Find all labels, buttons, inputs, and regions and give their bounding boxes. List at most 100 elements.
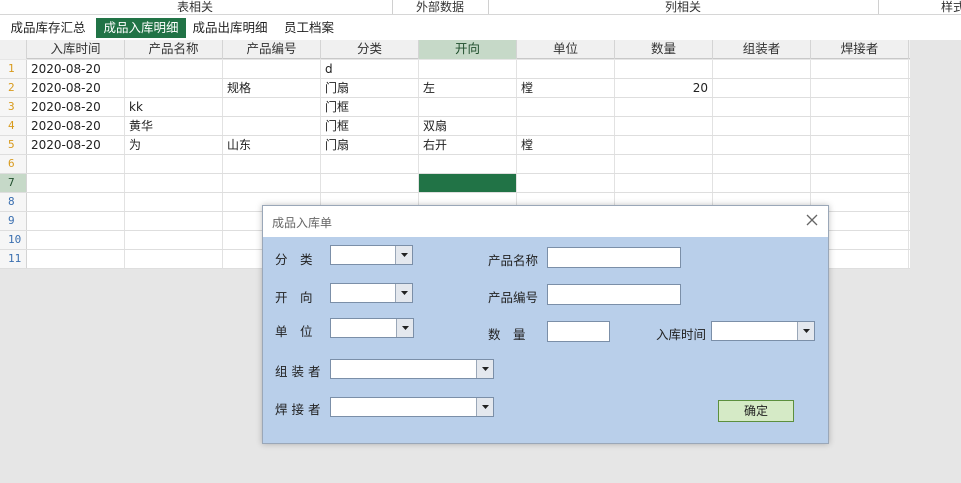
table-cell[interactable] (811, 60, 909, 78)
column-header[interactable]: 分类 (321, 40, 419, 59)
table-cell[interactable] (713, 155, 811, 173)
chevron-down-icon[interactable] (396, 319, 413, 337)
table-cell[interactable] (517, 155, 615, 173)
tab-employee-records[interactable]: 员工档案 (278, 18, 340, 38)
category-combo[interactable] (330, 245, 413, 265)
table-cell[interactable] (223, 60, 321, 78)
table-cell[interactable] (811, 98, 909, 116)
table-cell[interactable] (321, 174, 419, 192)
table-cell[interactable] (615, 98, 713, 116)
chevron-down-icon[interactable] (797, 322, 814, 340)
row-number[interactable]: 2 (0, 79, 27, 97)
column-header[interactable]: 入库时间 (27, 40, 125, 59)
table-cell[interactable] (713, 117, 811, 135)
select-all-corner[interactable] (0, 40, 27, 59)
column-header[interactable]: 单位 (517, 40, 615, 59)
table-cell[interactable] (615, 136, 713, 154)
table-cell[interactable] (615, 174, 713, 192)
table-cell[interactable] (615, 60, 713, 78)
table-cell[interactable] (223, 174, 321, 192)
column-header[interactable]: 数量 (615, 40, 713, 59)
chevron-down-icon[interactable] (395, 284, 412, 302)
table-cell[interactable] (419, 174, 517, 192)
ribbon-group-table[interactable]: 表相关 (120, 0, 270, 15)
table-cell[interactable] (811, 136, 909, 154)
direction-combo[interactable] (330, 283, 413, 303)
row-number[interactable]: 1 (0, 60, 27, 78)
table-cell[interactable] (517, 60, 615, 78)
column-header[interactable]: 产品名称 (125, 40, 223, 59)
table-cell[interactable] (419, 60, 517, 78)
table-cell[interactable] (125, 174, 223, 192)
table-cell[interactable]: 门框 (321, 98, 419, 116)
column-header[interactable]: 产品编号 (223, 40, 321, 59)
table-cell[interactable] (615, 155, 713, 173)
row-number[interactable]: 11 (0, 250, 27, 268)
table-cell[interactable]: 20 (615, 79, 713, 97)
table-cell[interactable]: 为 (125, 136, 223, 154)
table-cell[interactable] (125, 60, 223, 78)
table-cell[interactable] (27, 250, 125, 268)
table-cell[interactable]: 山东 (223, 136, 321, 154)
tab-inbound-detail[interactable]: 成品入库明细 (96, 18, 186, 38)
column-header[interactable]: 组装者 (713, 40, 811, 59)
table-cell[interactable]: 2020-08-20 (27, 98, 125, 116)
ribbon-group-external-data[interactable]: 外部数据 (392, 0, 488, 15)
tab-inventory-summary[interactable]: 成品库存汇总 (5, 18, 91, 38)
table-cell[interactable] (811, 155, 909, 173)
table-cell[interactable] (713, 60, 811, 78)
table-cell[interactable]: 2020-08-20 (27, 136, 125, 154)
table-cell[interactable] (321, 155, 419, 173)
row-number[interactable]: 9 (0, 212, 27, 230)
table-cell[interactable]: 右开 (419, 136, 517, 154)
table-cell[interactable] (811, 174, 909, 192)
table-cell[interactable] (517, 98, 615, 116)
table-cell[interactable]: 樘 (517, 79, 615, 97)
product-code-input[interactable] (547, 284, 681, 305)
table-cell[interactable]: 2020-08-20 (27, 79, 125, 97)
table-cell[interactable]: 樘 (517, 136, 615, 154)
table-cell[interactable] (419, 98, 517, 116)
chevron-down-icon[interactable] (476, 360, 493, 378)
table-cell[interactable]: 门扇 (321, 136, 419, 154)
table-cell[interactable] (27, 231, 125, 249)
tab-outbound-detail[interactable]: 成品出库明细 (189, 18, 271, 38)
table-cell[interactable]: 黄华 (125, 117, 223, 135)
table-cell[interactable] (517, 117, 615, 135)
table-cell[interactable]: 双扇 (419, 117, 517, 135)
row-number[interactable]: 8 (0, 193, 27, 211)
table-cell[interactable] (125, 193, 223, 211)
table-cell[interactable]: 门框 (321, 117, 419, 135)
close-icon[interactable] (804, 212, 820, 228)
table-cell[interactable] (223, 98, 321, 116)
table-cell[interactable] (713, 174, 811, 192)
table-cell[interactable]: 规格 (223, 79, 321, 97)
table-cell[interactable] (419, 155, 517, 173)
in-time-combo[interactable] (711, 321, 815, 341)
table-cell[interactable]: 2020-08-20 (27, 117, 125, 135)
row-number[interactable]: 6 (0, 155, 27, 173)
welder-combo[interactable] (330, 397, 494, 417)
row-number[interactable]: 7 (0, 174, 27, 192)
table-cell[interactable] (27, 155, 125, 173)
table-cell[interactable]: 2020-08-20 (27, 60, 125, 78)
table-cell[interactable] (713, 98, 811, 116)
column-header[interactable]: 开向 (419, 40, 517, 59)
table-cell[interactable]: kk (125, 98, 223, 116)
row-number[interactable]: 10 (0, 231, 27, 249)
table-cell[interactable] (223, 117, 321, 135)
table-cell[interactable] (27, 174, 125, 192)
table-cell[interactable]: 门扇 (321, 79, 419, 97)
ribbon-group-style[interactable]: 样式 (878, 0, 961, 15)
confirm-button[interactable]: 确定 (718, 400, 794, 422)
chevron-down-icon[interactable] (395, 246, 412, 264)
table-cell[interactable] (811, 79, 909, 97)
row-number[interactable]: 4 (0, 117, 27, 135)
table-cell[interactable] (125, 212, 223, 230)
table-cell[interactable] (125, 79, 223, 97)
table-cell[interactable] (713, 136, 811, 154)
table-cell[interactable] (615, 117, 713, 135)
quantity-input[interactable] (547, 321, 610, 342)
table-cell[interactable] (517, 174, 615, 192)
table-cell[interactable] (27, 212, 125, 230)
